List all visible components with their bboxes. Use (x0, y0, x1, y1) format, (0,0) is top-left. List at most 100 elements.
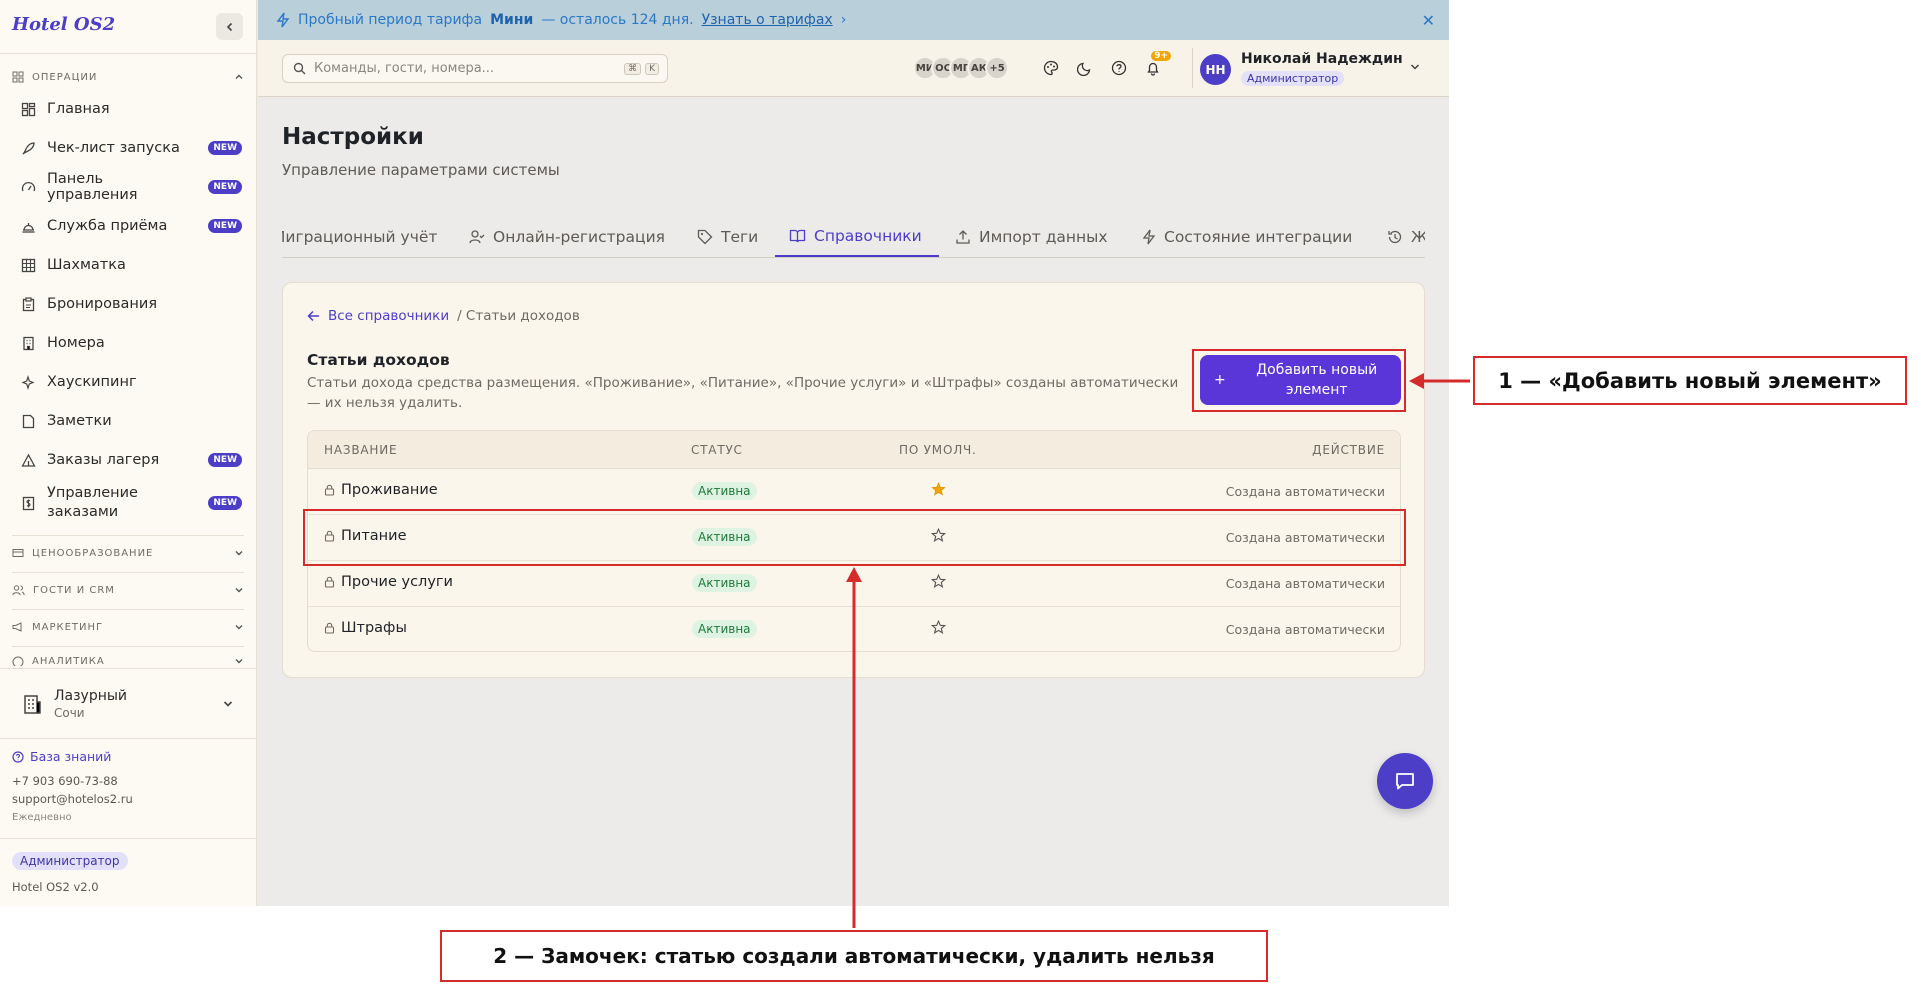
clipboard-icon (20, 296, 36, 312)
app-version: Hotel OS2 v2.0 (12, 880, 99, 894)
chart-icon (12, 656, 24, 666)
new-badge: NEW (208, 496, 242, 510)
notification-count: 9+ (1151, 51, 1171, 61)
tab-label: Онлайн-регистрация (493, 227, 665, 246)
tab-log[interactable]: Журнал (1387, 216, 1425, 257)
moon-icon[interactable] (1072, 55, 1098, 81)
tag-icon (697, 229, 713, 244)
property-city: Сочи (54, 706, 85, 720)
property-switcher[interactable]: Лазурный Сочи (22, 684, 234, 724)
sidebar-item-label: Бронирования (47, 296, 158, 312)
sidebar-section-label: ГОСТИ И CRM (33, 584, 115, 596)
brand-logo[interactable]: Hotel OS2 (12, 14, 115, 35)
lock-icon (324, 576, 335, 588)
tab-label: Журнал (1411, 228, 1425, 246)
command-search-input[interactable]: Команды, гости, номера... ⌘ K (282, 54, 668, 83)
table-row[interactable]: Прочие услуги Активна Создана автоматиче… (308, 561, 1400, 607)
star-outline-icon[interactable] (930, 619, 947, 639)
upload-icon (956, 229, 970, 244)
tab-label: Импорт данных (979, 227, 1108, 246)
sidebar-item-notes[interactable]: Заметки (20, 408, 242, 434)
collapse-sidebar-button[interactable] (216, 13, 243, 40)
knowledge-base-link[interactable]: База знаний (12, 749, 111, 764)
banner-text: Пробный период тарифа (298, 12, 483, 28)
row-name-cell: Прочие услуги (324, 574, 453, 590)
sidebar-section-operations[interactable]: ОПЕРАЦИИ (12, 69, 244, 85)
chat-bubble-icon (1396, 773, 1414, 790)
tab-online-registration[interactable]: Онлайн-регистрация (469, 216, 665, 257)
sidebar-item-launch-checklist[interactable]: Чек-лист запуска NEW (20, 135, 242, 161)
arrow-left-icon (307, 310, 319, 322)
column-header-default[interactable]: ПО УМОЛЧ. (899, 443, 977, 457)
new-badge: NEW (208, 141, 242, 155)
close-icon[interactable]: ✕ (1422, 11, 1435, 30)
online-users[interactable]: МИ ОС МГ АК +5 (913, 56, 1009, 80)
users-icon (12, 585, 25, 596)
sidebar-item-label: Номера (47, 335, 105, 351)
sidebar-section-pricing[interactable]: ЦЕНООБРАЗОВАНИЕ (12, 545, 244, 561)
sidebar-item-home[interactable]: Главная (20, 96, 242, 122)
sidebar-item-label: Управление заказами (47, 485, 138, 520)
breadcrumb-current: / Статьи доходов (457, 308, 580, 324)
help-icon[interactable] (1106, 55, 1132, 81)
sidebar-item-camp-orders[interactable]: Заказы лагеря NEW (20, 447, 242, 473)
notifications-bell-icon[interactable]: 9+ (1140, 51, 1171, 81)
shortcut-key-cmd: ⌘ (624, 62, 642, 75)
sidebar-section-label: ОПЕРАЦИИ (32, 71, 98, 83)
breadcrumb: Все справочники / Статьи доходов (307, 308, 580, 324)
sidebar-divider (0, 738, 256, 739)
column-header-action[interactable]: ДЕЙСТВИЕ (1312, 443, 1385, 457)
sidebar-item-room-grid[interactable]: Шахматка (20, 252, 242, 278)
breadcrumb-back-label: Все справочники (328, 308, 450, 324)
grid-icon (12, 71, 24, 83)
star-outline-icon[interactable] (930, 573, 947, 593)
column-header-name[interactable]: НАЗВАНИЕ (324, 443, 397, 457)
tab-integration-status[interactable]: Состояние интеграции (1142, 216, 1352, 257)
sidebar-item-bookings[interactable]: Бронирования (20, 291, 242, 317)
user-check-icon (469, 229, 485, 243)
sidebar-item-control-panel[interactable]: Панель управления NEW (20, 171, 242, 203)
tab-directories[interactable]: Справочники (775, 216, 939, 257)
sidebar-section-label: АНАЛИТИКА (32, 656, 105, 666)
user-name[interactable]: Николай Надеждин (1241, 51, 1403, 67)
tab-migration[interactable]: Миграционный учёт (282, 216, 437, 257)
column-header-status[interactable]: СТАТУС (691, 443, 743, 457)
knowledge-base-label: База знаний (30, 749, 112, 764)
wallet-icon (12, 549, 24, 557)
sidebar-divider (12, 609, 244, 610)
back-to-directories-link[interactable]: Все справочники (307, 308, 449, 324)
support-schedule: Ежедневно (12, 812, 72, 823)
user-avatar[interactable]: НН (1200, 54, 1231, 85)
search-icon (293, 62, 306, 75)
sidebar-section-guests-crm[interactable]: ГОСТИ И CRM (12, 582, 244, 598)
more-users-count[interactable]: +5 (985, 56, 1009, 80)
sidebar-item-housekeeping[interactable]: Хаускипинг (20, 369, 242, 395)
directory-card: Все справочники / Статьи доходов Статьи … (282, 282, 1425, 678)
row-action: Создана автоматически (1225, 484, 1385, 499)
support-phone[interactable]: +7 903 690-73-88 (12, 774, 118, 788)
chevron-down-icon[interactable] (1409, 61, 1421, 73)
property-name: Лазурный (54, 688, 128, 704)
sidebar-section-label: МАРКЕТИНГ (32, 621, 104, 633)
palette-icon[interactable] (1038, 55, 1064, 81)
pricing-link[interactable]: Узнать о тарифах (702, 12, 833, 28)
hotel-building-icon (24, 695, 41, 714)
star-filled-icon[interactable] (931, 482, 946, 501)
settings-tabs: Миграционный учёт Онлайн-регистрация Тег… (282, 216, 1425, 258)
tent-icon (20, 452, 36, 468)
lock-icon (324, 622, 335, 634)
sidebar-item-order-management[interactable]: Управление заказами NEW (20, 482, 242, 524)
status-badge: Активна (692, 574, 757, 592)
new-badge: NEW (208, 219, 242, 233)
sidebar-item-rooms[interactable]: Номера (20, 330, 242, 356)
table-row[interactable]: Штрафы Активна Создана автоматически (308, 607, 1400, 651)
tab-tags[interactable]: Теги (697, 216, 758, 257)
help-circle-icon (12, 750, 24, 763)
sidebar-item-front-desk[interactable]: Служба приёма NEW (20, 213, 242, 239)
sidebar-section-analytics[interactable]: АНАЛИТИКА (12, 656, 244, 666)
sidebar-section-marketing[interactable]: МАРКЕТИНГ (12, 619, 244, 635)
new-badge: NEW (208, 180, 242, 194)
support-email[interactable]: support@hotelos2.ru (12, 792, 133, 806)
tab-data-import[interactable]: Импорт данных (955, 216, 1108, 257)
support-chat-button[interactable] (1377, 753, 1433, 809)
